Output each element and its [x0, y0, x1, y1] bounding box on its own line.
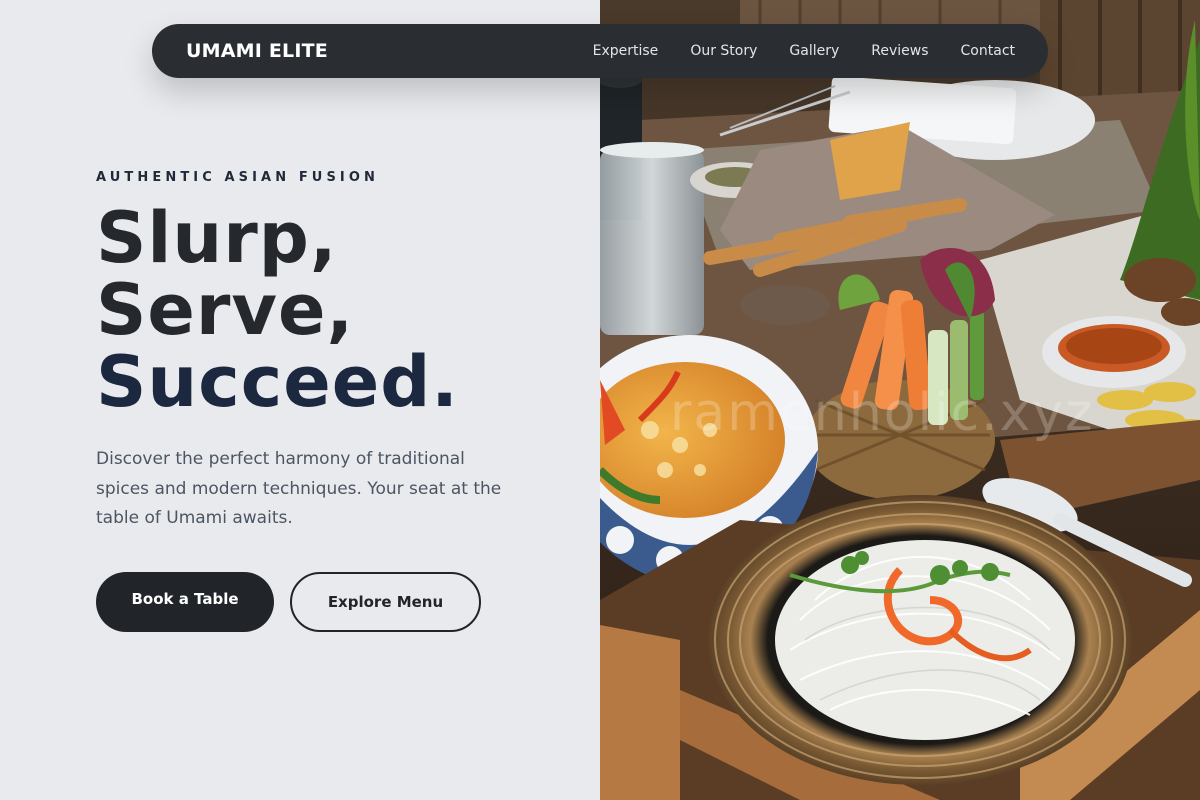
hero-description: Discover the perfect harmony of traditio… — [96, 449, 502, 528]
nav-link-expertise[interactable]: Expertise — [593, 43, 659, 59]
headline-line-2: Serve, — [96, 269, 355, 351]
nav-link-gallery[interactable]: Gallery — [789, 43, 839, 59]
headline-line-3: Succeed. — [96, 341, 459, 423]
hero-eyebrow: AUTHENTIC ASIAN FUSION — [96, 170, 379, 185]
explore-menu-button[interactable]: Explore Menu — [290, 572, 481, 632]
nav-link-contact[interactable]: Contact — [961, 43, 1015, 59]
watermark-text: ramenholic.xyz — [670, 383, 1094, 443]
nav-links: Expertise Our Story Gallery Reviews Cont… — [593, 43, 1015, 59]
hero-food-image: ramenholic.xyz — [600, 0, 1200, 800]
explore-menu-label: Explore Menu — [327, 593, 444, 611]
nav-link-our-story[interactable]: Our Story — [690, 43, 757, 59]
navbar: UMAMI ELITE Expertise Our Story Gallery … — [152, 24, 1048, 78]
hero-headline: Slurp, Serve, Succeed. — [96, 202, 459, 418]
headline-line-1: Slurp, — [96, 197, 338, 279]
brand-logo[interactable]: UMAMI ELITE — [186, 40, 328, 62]
book-table-button[interactable]: Book a Table — [96, 572, 274, 632]
nav-link-reviews[interactable]: Reviews — [871, 43, 928, 59]
book-table-label: Book a Table — [131, 590, 239, 608]
